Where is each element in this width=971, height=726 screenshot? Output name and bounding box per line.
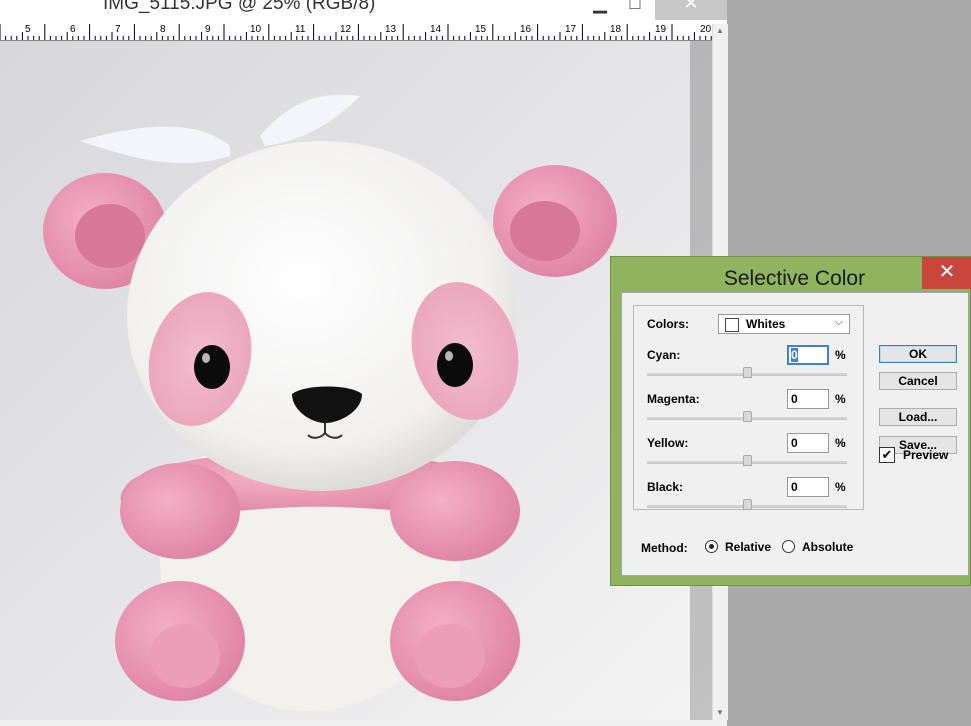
black-label: Black: <box>647 480 684 494</box>
ruler-label: 13 <box>385 24 397 35</box>
cyan-input[interactable]: 0 <box>787 345 829 365</box>
dialog-title: Selective Color <box>723 267 866 290</box>
colors-select-value: Whites <box>746 317 786 331</box>
ruler-label: 17 <box>565 24 577 35</box>
panda-photo <box>0 41 712 720</box>
ruler-label: 11 <box>295 24 306 35</box>
yellow-slider[interactable] <box>647 455 847 466</box>
magenta-slider-thumb[interactable] <box>743 411 752 422</box>
method-relative-label: Relative <box>725 540 771 554</box>
yellow-value: 0 <box>791 436 798 450</box>
document-titlebar: IMG_5115.JPG @ 25% (RGB/8) ▁ □ ✕ <box>0 0 727 24</box>
ruler-label: 6 <box>70 24 76 35</box>
yellow-slider-thumb[interactable] <box>743 455 752 466</box>
preview-checkbox[interactable]: ✔ <box>879 447 895 463</box>
scroll-up-icon[interactable]: ▲ <box>716 26 724 35</box>
ruler-label: 12 <box>340 24 352 35</box>
load-button[interactable]: Load... <box>879 408 957 426</box>
yellow-label: Yellow: <box>647 436 689 450</box>
method-absolute-label: Absolute <box>802 540 854 554</box>
ruler-label: 8 <box>160 24 166 35</box>
ruler-ticks <box>0 24 712 40</box>
cyan-slider-thumb[interactable] <box>743 367 752 378</box>
method-absolute-radio[interactable] <box>782 540 795 553</box>
ruler-label: 19 <box>655 24 667 35</box>
ruler-label: 16 <box>520 24 532 35</box>
checkmark-icon: ✔ <box>881 447 893 462</box>
cyan-value: 0 <box>791 348 798 362</box>
method-label: Method: <box>641 541 688 555</box>
black-slider-thumb[interactable] <box>743 499 752 510</box>
yellow-percent: % <box>835 436 846 450</box>
close-icon[interactable]: ✕ <box>922 257 971 289</box>
ruler-label: 9 <box>205 24 211 35</box>
colors-label: Colors: <box>647 317 689 331</box>
black-slider[interactable] <box>647 499 847 510</box>
ruler-label: 18 <box>610 24 622 35</box>
ruler-label: 20 <box>700 24 712 35</box>
yellow-input[interactable]: 0 <box>787 433 829 453</box>
cyan-slider[interactable] <box>647 367 847 378</box>
colors-select[interactable]: Whites ⌵ <box>718 314 850 334</box>
maximize-icon[interactable]: □ <box>613 0 657 20</box>
magenta-label: Magenta: <box>647 392 700 406</box>
close-window-icon[interactable]: ✕ <box>655 0 727 20</box>
method-relative-radio[interactable] <box>705 540 718 553</box>
black-percent: % <box>835 480 846 494</box>
document-canvas[interactable] <box>0 41 712 720</box>
magenta-value: 0 <box>791 392 798 406</box>
ruler-label: 10 <box>250 24 262 35</box>
chevron-down-icon: ⌵ <box>834 316 843 328</box>
preview-label: Preview <box>903 448 949 462</box>
cyan-label: Cyan: <box>647 348 681 362</box>
color-swatch-icon <box>725 318 739 332</box>
cyan-percent: % <box>835 348 846 362</box>
settings-group: Colors: Whites ⌵ Cyan: 0% Magenta: 0% Yellow… <box>633 305 864 510</box>
document-title: IMG_5115.JPG @ 25% (RGB/8) <box>103 0 376 14</box>
magenta-input[interactable]: 0 <box>787 389 829 409</box>
cancel-button[interactable]: Cancel <box>879 372 957 390</box>
horizontal-scrollbar[interactable] <box>0 720 727 726</box>
dialog-body: Colors: Whites ⌵ Cyan: 0% Magenta: 0% Yellow… <box>621 292 969 576</box>
horizontal-ruler: 5 6 7 8 9 10 11 12 13 14 15 16 17 18 19 20 <box>0 24 712 41</box>
magenta-percent: % <box>835 392 846 406</box>
magenta-slider[interactable] <box>647 411 847 422</box>
black-value: 0 <box>791 480 798 494</box>
ruler-label: 15 <box>475 24 487 35</box>
black-input[interactable]: 0 <box>787 477 829 497</box>
ok-button[interactable]: OK <box>879 345 957 363</box>
selective-color-dialog: Selective Color ✕ Colors: Whites ⌵ Cyan:… <box>610 256 971 586</box>
ruler-label: 14 <box>430 24 442 35</box>
ruler-label: 7 <box>115 24 121 35</box>
scroll-down-icon[interactable]: ▼ <box>716 708 724 717</box>
ruler-label: 5 <box>25 24 31 35</box>
